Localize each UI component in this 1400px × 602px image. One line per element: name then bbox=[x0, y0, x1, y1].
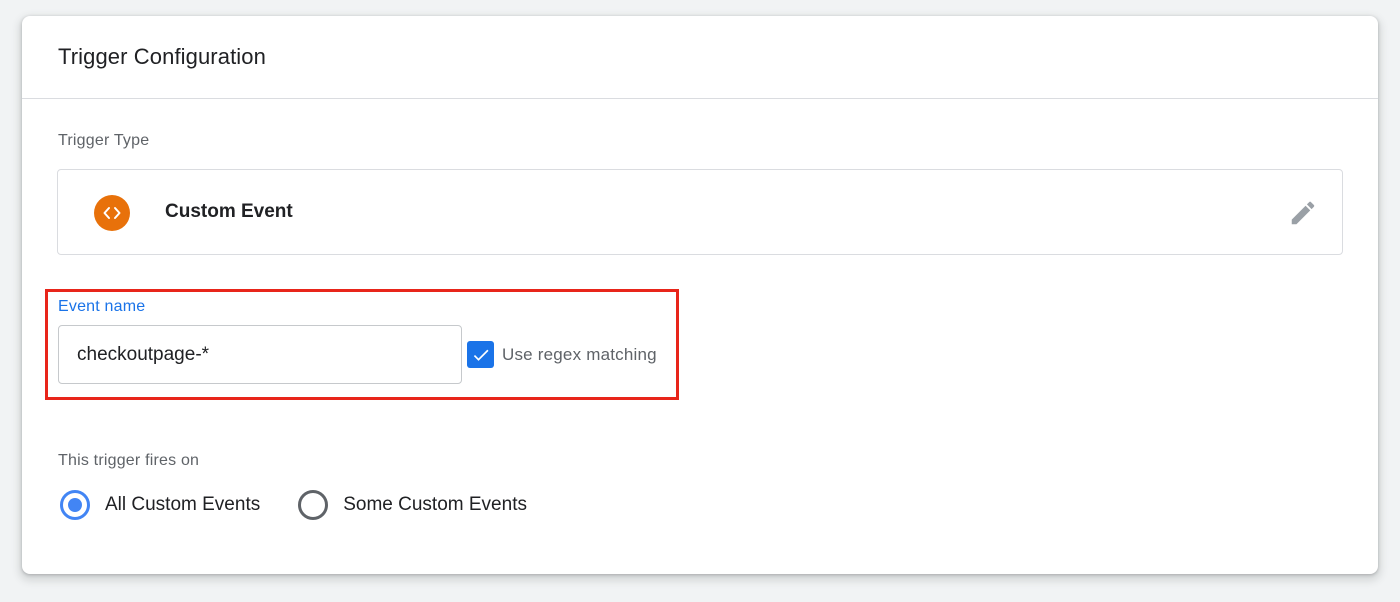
radio-button-selected[interactable] bbox=[60, 490, 90, 520]
regex-matching-checkbox[interactable] bbox=[467, 341, 494, 368]
fires-on-label: This trigger fires on bbox=[58, 452, 200, 469]
pencil-icon bbox=[1291, 201, 1315, 225]
card-title: Trigger Configuration bbox=[58, 44, 266, 69]
regex-matching-label[interactable]: Use regex matching bbox=[502, 345, 657, 365]
checkmark-icon bbox=[473, 349, 488, 361]
event-name-input[interactable] bbox=[58, 325, 462, 384]
fires-on-radio-group: All Custom Events Some Custom Events bbox=[60, 490, 527, 520]
edit-trigger-type-button[interactable] bbox=[1286, 196, 1320, 230]
event-name-label: Event name bbox=[58, 298, 146, 315]
trigger-type-label: Trigger Type bbox=[58, 132, 150, 149]
trigger-type-name: Custom Event bbox=[165, 201, 293, 222]
radio-all-custom-events[interactable]: All Custom Events bbox=[60, 490, 260, 520]
radio-label: All Custom Events bbox=[105, 494, 261, 515]
card-header: Trigger Configuration bbox=[22, 16, 1378, 99]
trigger-type-selector[interactable]: Custom Event bbox=[57, 169, 1343, 255]
radio-label: Some Custom Events bbox=[343, 494, 527, 515]
radio-some-custom-events[interactable]: Some Custom Events bbox=[298, 490, 527, 520]
radio-button-unselected[interactable] bbox=[298, 490, 329, 520]
code-brackets-icon bbox=[94, 195, 130, 231]
trigger-configuration-card: Trigger Configuration Trigger Type Custo… bbox=[22, 16, 1378, 574]
